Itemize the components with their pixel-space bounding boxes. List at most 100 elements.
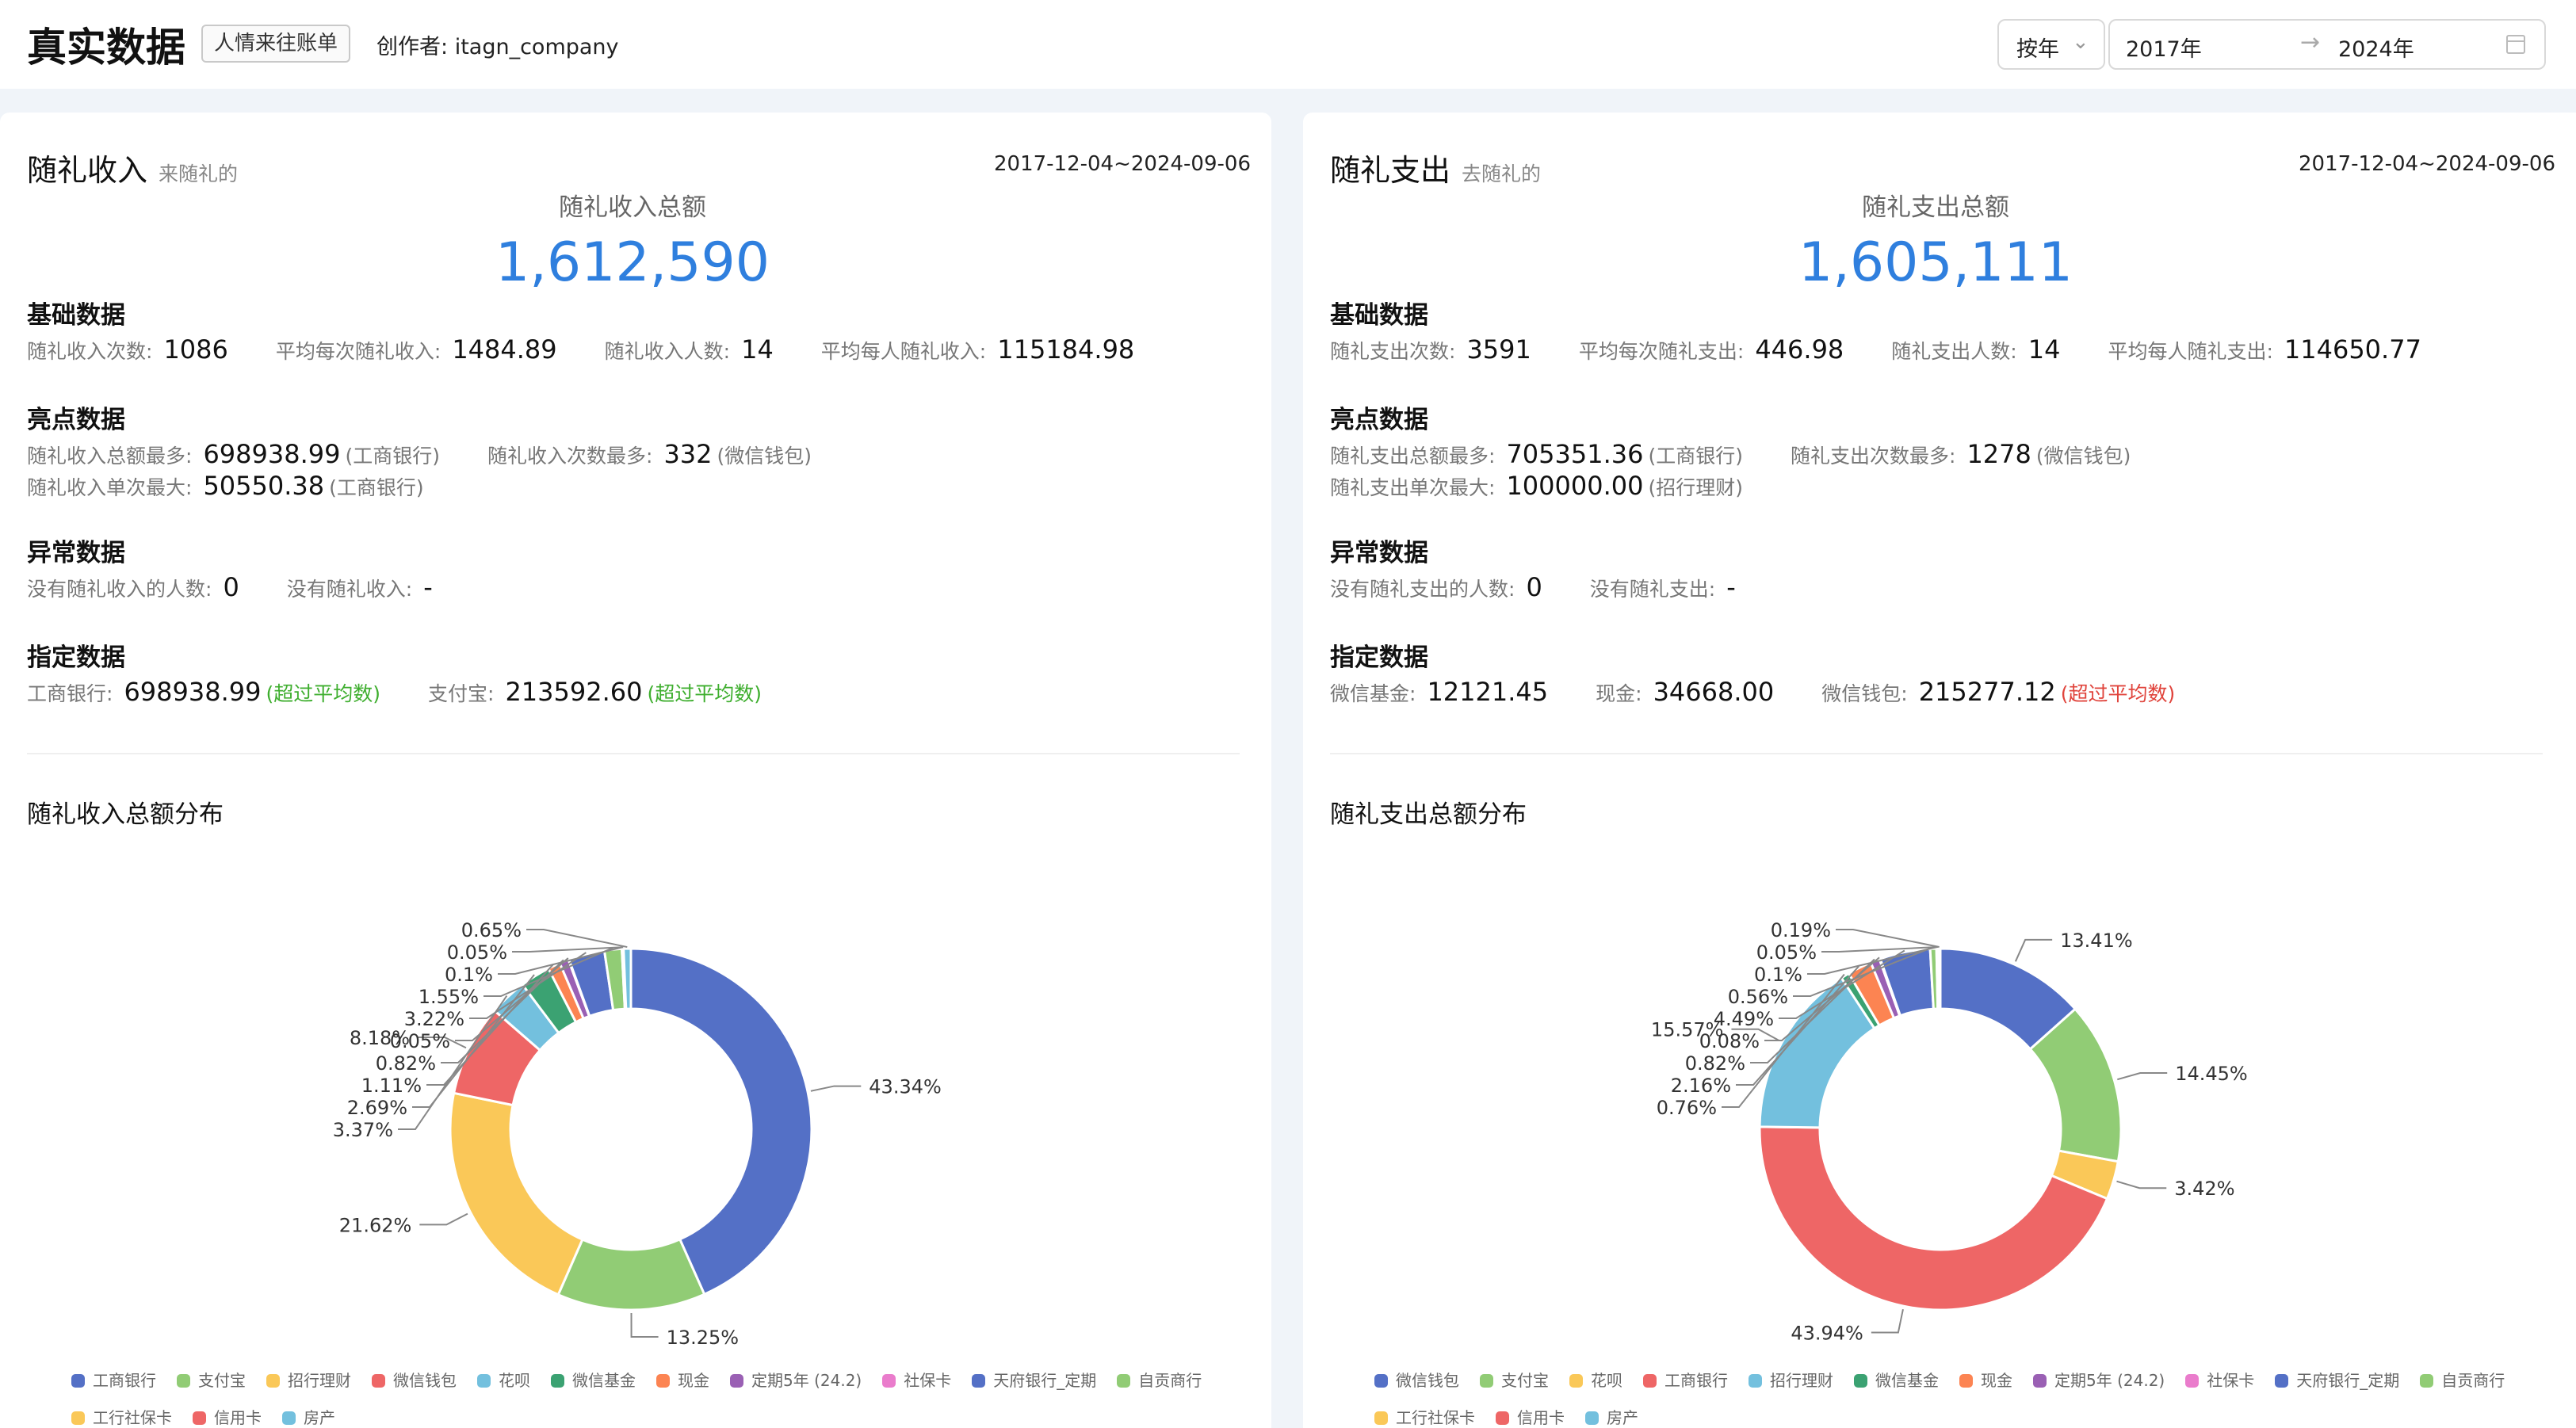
legend-item[interactable]: 信用卡: [1496, 1405, 1565, 1428]
legend-item[interactable]: 微信基金: [1854, 1368, 1939, 1391]
legend-label: 定期5年 (24.2): [751, 1371, 862, 1390]
legend-swatch: [2185, 1374, 2200, 1388]
calendar-icon: [2506, 35, 2525, 54]
legend-label: 微信基金: [1875, 1371, 1939, 1390]
top-header: 真实数据 人情来往账单 创作者: itagn_company 按年 ⌄ 2017…: [0, 0, 2576, 89]
legend-item[interactable]: 房产: [1585, 1405, 1638, 1428]
legend-swatch: [477, 1374, 491, 1388]
legend-swatch: [1643, 1374, 1657, 1388]
legend-item[interactable]: 天府银行_定期: [2275, 1368, 2399, 1391]
pie-label: 0.08%: [1699, 1030, 1760, 1052]
legend-item[interactable]: 房产: [282, 1405, 335, 1428]
range-start-input[interactable]: 2017年: [2126, 32, 2202, 63]
legend-swatch: [1959, 1374, 1973, 1388]
arrow-right-icon: →: [2300, 29, 2321, 56]
legend-item[interactable]: 支付宝: [177, 1368, 246, 1391]
legend-item[interactable]: 自贡商行: [1117, 1368, 1202, 1391]
pie-label: 0.82%: [1685, 1052, 1745, 1075]
legend-swatch: [193, 1411, 206, 1425]
legend-swatch: [1374, 1411, 1388, 1425]
chevron-down-icon: ⌄: [2072, 30, 2089, 54]
pie-slice[interactable]: [622, 947, 633, 1010]
pie-slice[interactable]: [449, 1091, 584, 1296]
legend-item[interactable]: 定期5年 (24.2): [730, 1368, 862, 1391]
label-leader-line: [419, 1212, 468, 1226]
pie-slice[interactable]: [629, 947, 813, 1296]
label-leader-line: [1871, 1308, 1904, 1334]
label-leader-line: [2014, 938, 2053, 962]
legend-item[interactable]: 自贡商行: [2420, 1368, 2505, 1391]
expense-panel: 随礼支出 去随礼的 2017-12-04~2024-09-06 随礼支出总额 1,…: [1303, 113, 2576, 1428]
pie-label: 0.1%: [445, 964, 493, 986]
legend-swatch: [2420, 1374, 2434, 1388]
legend-label: 支付宝: [1501, 1371, 1549, 1390]
pie-label: 13.41%: [2060, 930, 2133, 952]
pie-label: 43.94%: [1791, 1323, 1863, 1345]
legend-item[interactable]: 现金: [656, 1368, 709, 1391]
legend-swatch: [1749, 1374, 1762, 1388]
legend-item[interactable]: 工商银行: [71, 1368, 156, 1391]
legend-swatch: [656, 1374, 670, 1388]
legend-swatch: [1585, 1411, 1599, 1425]
legend-item[interactable]: 工行社保卡: [71, 1405, 172, 1428]
legend-label: 信用卡: [214, 1408, 262, 1427]
period-select-value: 按年: [2016, 37, 2059, 62]
pie-label: 0.65%: [461, 919, 522, 941]
legend-swatch: [282, 1411, 296, 1425]
period-select[interactable]: 按年 ⌄: [1997, 19, 2105, 70]
legend-item[interactable]: 招行理财: [1749, 1368, 1833, 1391]
legend-item[interactable]: 微信钱包: [372, 1368, 457, 1391]
legend-item[interactable]: 微信钱包: [1374, 1368, 1459, 1391]
legend-item[interactable]: 定期5年 (24.2): [2033, 1368, 2165, 1391]
legend-label: 招行理财: [1770, 1371, 1833, 1390]
legend-item[interactable]: 天府银行_定期: [972, 1368, 1096, 1391]
legend-label: 工商银行: [93, 1371, 156, 1390]
label-leader-line: [630, 1312, 659, 1338]
legend-item[interactable]: 现金: [1959, 1368, 2012, 1391]
label-leader-line: [526, 929, 628, 949]
legend-swatch: [972, 1374, 986, 1388]
income-donut-chart: 43.34%13.25%21.62%8.18%3.37%2.69%1.11%0.…: [333, 919, 942, 1349]
legend-item[interactable]: 花呗: [477, 1368, 530, 1391]
year-range-picker[interactable]: 2017年 → 2024年: [2108, 19, 2546, 70]
legend-label: 花呗: [499, 1371, 530, 1390]
pie-slice[interactable]: [556, 1237, 706, 1312]
legend-label: 花呗: [1591, 1371, 1622, 1390]
legend-item[interactable]: 社保卡: [882, 1368, 951, 1391]
legend-item[interactable]: 社保卡: [2185, 1368, 2254, 1391]
label-leader-line: [2117, 1072, 2168, 1081]
legend-item[interactable]: 微信基金: [551, 1368, 636, 1391]
legend-label: 微信基金: [572, 1371, 636, 1390]
legend-swatch: [71, 1374, 85, 1388]
legend-item[interactable]: 支付宝: [1480, 1368, 1549, 1391]
legend-swatch: [2275, 1374, 2289, 1388]
legend-label: 现金: [678, 1371, 709, 1390]
pie-label: 0.76%: [1657, 1097, 1717, 1119]
legend-item[interactable]: 花呗: [1569, 1368, 1622, 1391]
page-title: 真实数据: [27, 25, 185, 71]
legend-label: 天府银行_定期: [2296, 1371, 2400, 1390]
expense-donut-chart: 13.41%14.45%3.42%43.94%15.57%0.76%2.16%0…: [1651, 919, 2248, 1345]
creator-label: 创作者:: [376, 35, 449, 59]
legend-swatch: [177, 1374, 190, 1388]
range-end-input[interactable]: 2024年: [2338, 32, 2414, 63]
pie-slice[interactable]: [1758, 1125, 2109, 1312]
legend-label: 信用卡: [1517, 1408, 1565, 1427]
legend-item[interactable]: 工行社保卡: [1374, 1405, 1475, 1428]
legend-label: 微信钱包: [393, 1371, 457, 1390]
label-leader-line: [2116, 1180, 2167, 1189]
legend-label: 自贡商行: [2441, 1371, 2505, 1390]
legend-item[interactable]: 信用卡: [193, 1405, 262, 1428]
legend-label: 工行社保卡: [93, 1408, 172, 1427]
legend-item[interactable]: 工商银行: [1643, 1368, 1728, 1391]
legend-label: 社保卡: [904, 1371, 952, 1390]
pie-label: 0.1%: [1754, 964, 1802, 986]
pie-label: 2.16%: [1671, 1075, 1731, 1097]
legend-item[interactable]: 招行理财: [266, 1368, 351, 1391]
pie-label: 0.05%: [390, 1030, 450, 1052]
pie-label: 21.62%: [339, 1214, 412, 1236]
ledger-tag: 人情来往账单: [201, 25, 351, 63]
pie-slice[interactable]: [1936, 947, 1942, 1010]
legend-swatch: [2033, 1374, 2047, 1388]
income-panel: 随礼收入 来随礼的 2017-12-04~2024-09-06 随礼收入总额 1,…: [0, 113, 1271, 1428]
